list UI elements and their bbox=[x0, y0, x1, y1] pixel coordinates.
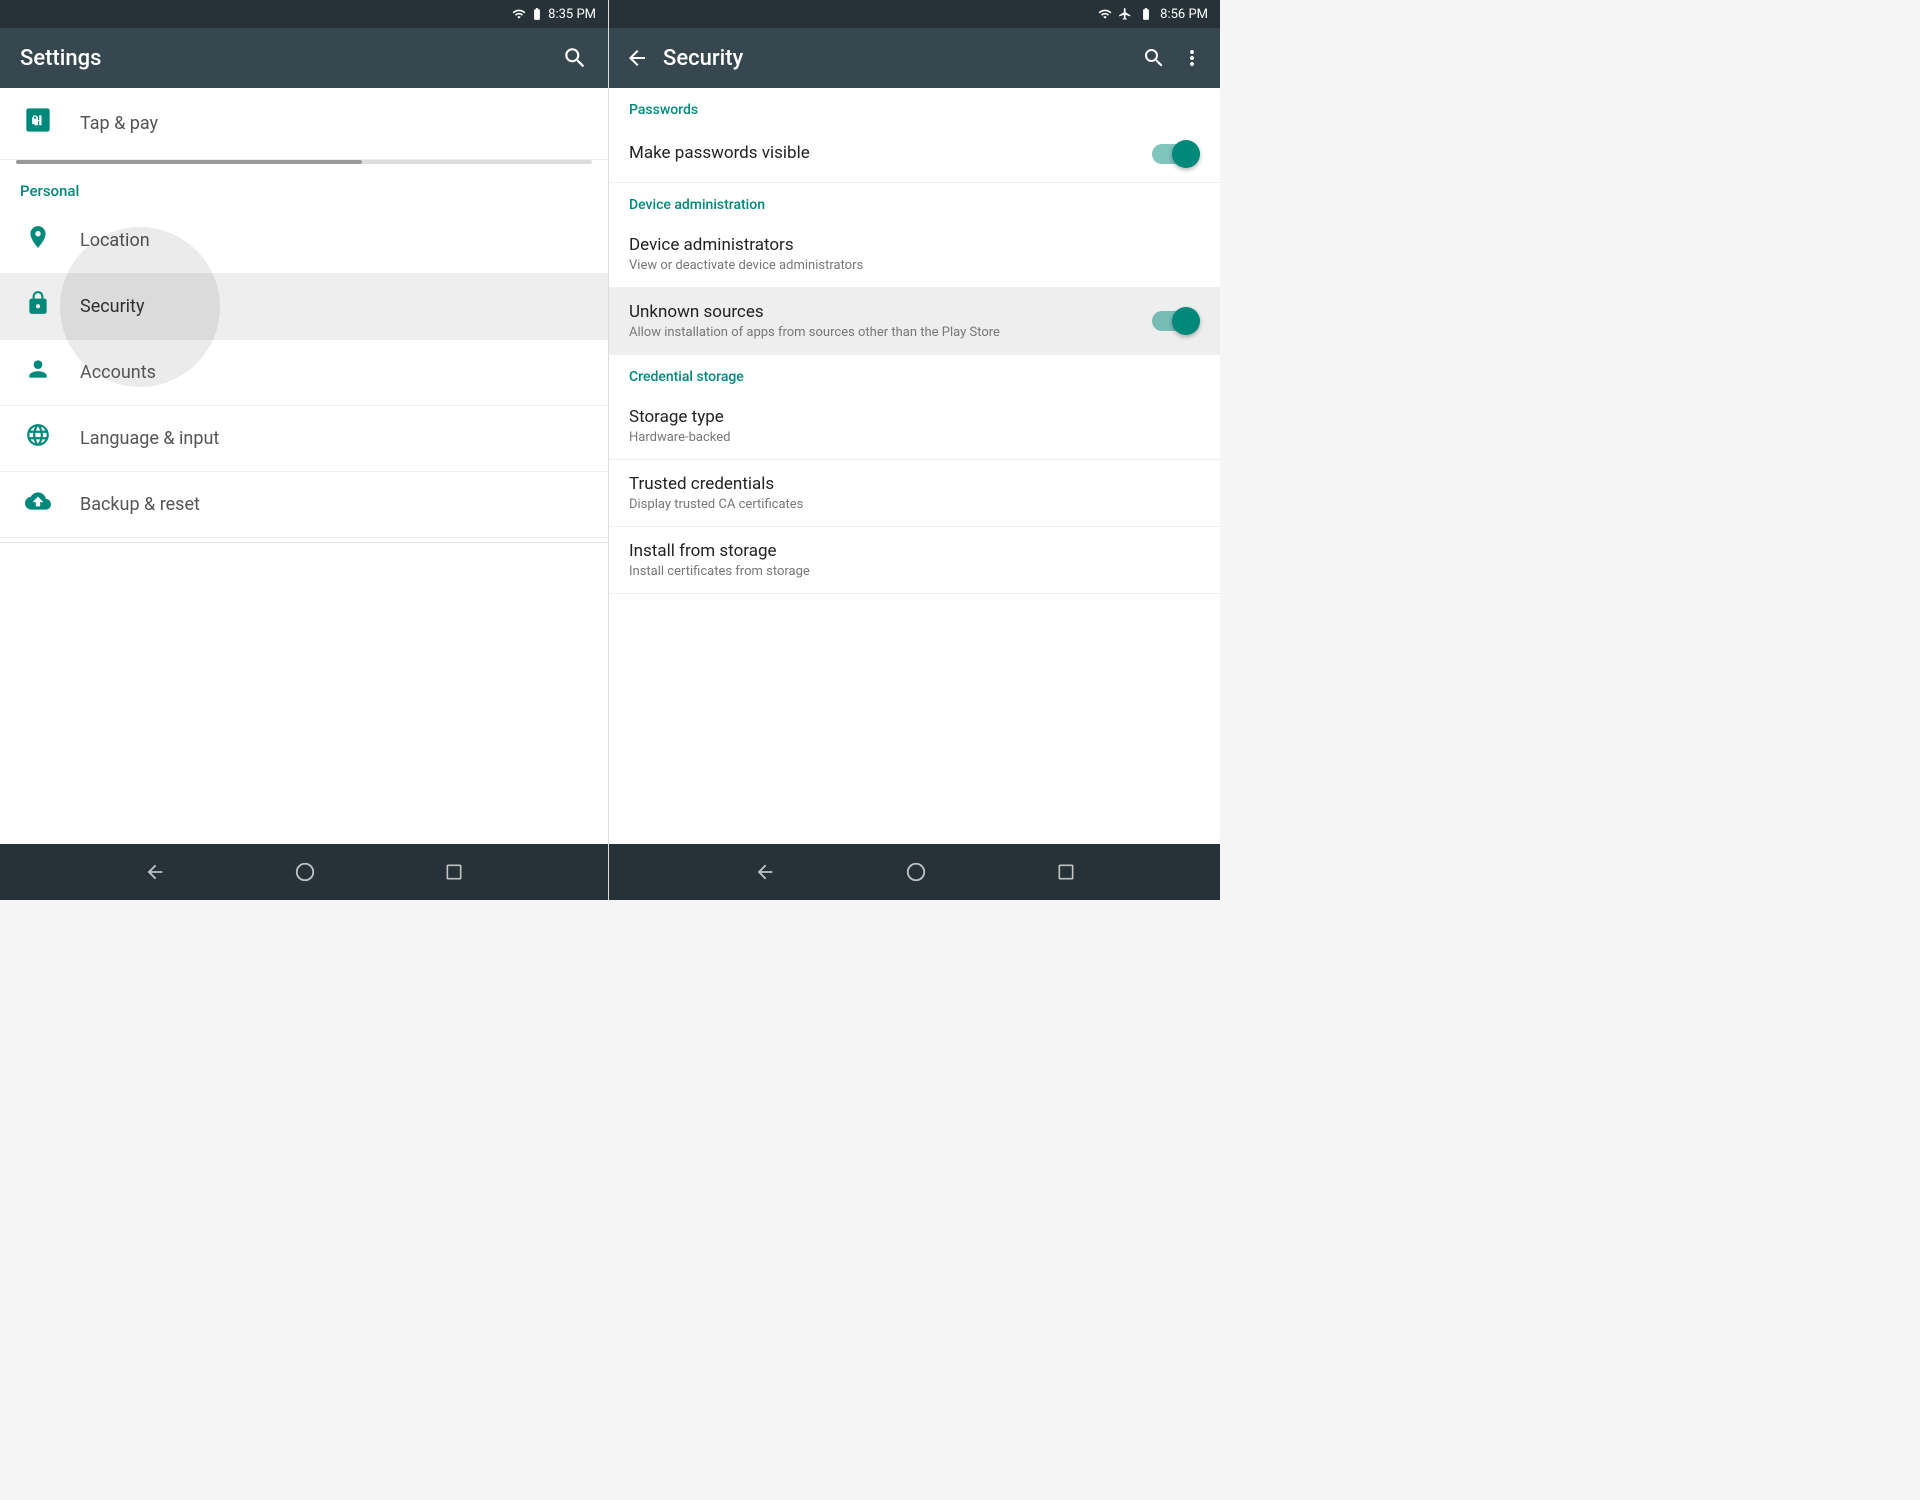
back-nav-icon-right[interactable] bbox=[754, 861, 776, 883]
divider bbox=[0, 542, 608, 543]
unknown-sources-title: Unknown sources bbox=[629, 302, 1000, 322]
sidebar-item-language[interactable]: Language & input bbox=[0, 406, 608, 472]
storage-type-title: Storage type bbox=[629, 407, 730, 427]
right-panel: 8:56 PM Security Passwords Make password… bbox=[608, 0, 1220, 900]
airplane-icon bbox=[1118, 7, 1132, 21]
home-nav-icon-left[interactable] bbox=[294, 861, 316, 883]
back-button[interactable] bbox=[625, 46, 649, 70]
sidebar-item-backup[interactable]: Backup & reset bbox=[0, 472, 608, 538]
sidebar-item-security[interactable]: Security bbox=[0, 274, 608, 340]
tap-pay-item[interactable]: Tap & pay bbox=[0, 88, 608, 160]
signal-icon bbox=[512, 7, 526, 21]
person-icon bbox=[20, 356, 56, 389]
globe-icon bbox=[20, 422, 56, 455]
device-administrators-item[interactable]: Device administrators View or deactivate… bbox=[609, 221, 1220, 288]
make-passwords-visible-text: Make passwords visible bbox=[629, 143, 810, 166]
install-from-storage-item[interactable]: Install from storage Install certificate… bbox=[609, 527, 1220, 594]
more-options-icon[interactable] bbox=[1180, 46, 1204, 70]
right-content: Passwords Make passwords visible Device … bbox=[609, 88, 1220, 844]
unknown-sources-item[interactable]: Unknown sources Allow installation of ap… bbox=[609, 288, 1220, 355]
top-bar-right: Security bbox=[609, 28, 1220, 88]
make-passwords-visible-title: Make passwords visible bbox=[629, 143, 810, 163]
back-nav-icon-left[interactable] bbox=[144, 861, 166, 883]
accounts-label: Accounts bbox=[80, 362, 156, 383]
action-icons bbox=[1142, 46, 1204, 70]
backup-icon bbox=[20, 488, 56, 521]
unknown-sources-toggle[interactable] bbox=[1152, 307, 1200, 335]
nfc-icon bbox=[20, 106, 56, 141]
top-bar-left: Settings bbox=[0, 28, 608, 88]
make-passwords-visible-item[interactable]: Make passwords visible bbox=[609, 126, 1220, 183]
left-panel: 8:35 PM Settings Tap & pay Personal bbox=[0, 0, 608, 900]
personal-section-header: Personal bbox=[0, 164, 608, 208]
backup-label: Backup & reset bbox=[80, 494, 200, 515]
device-administrators-title: Device administrators bbox=[629, 235, 863, 255]
battery-icon-right bbox=[1138, 7, 1154, 21]
search-icon-right[interactable] bbox=[1142, 46, 1166, 70]
unknown-sources-subtitle: Allow installation of apps from sources … bbox=[629, 325, 1000, 340]
lock-icon bbox=[20, 290, 56, 323]
trusted-credentials-text: Trusted credentials Display trusted CA c… bbox=[629, 474, 803, 512]
sidebar-item-accounts[interactable]: Accounts bbox=[0, 340, 608, 406]
security-page-title: Security bbox=[663, 46, 1128, 71]
language-label: Language & input bbox=[80, 428, 219, 449]
storage-type-item[interactable]: Storage type Hardware-backed bbox=[609, 393, 1220, 460]
sidebar-item-location[interactable]: Location bbox=[0, 208, 608, 274]
wifi-icon bbox=[1098, 7, 1112, 21]
tap-pay-label: Tap & pay bbox=[80, 113, 158, 134]
trusted-credentials-title: Trusted credentials bbox=[629, 474, 803, 494]
device-administrators-subtitle: View or deactivate device administrators bbox=[629, 258, 863, 273]
nav-bar-right bbox=[609, 844, 1220, 900]
recent-nav-icon-right[interactable] bbox=[1056, 862, 1076, 882]
trusted-credentials-item[interactable]: Trusted credentials Display trusted CA c… bbox=[609, 460, 1220, 527]
status-bar-left: 8:35 PM bbox=[0, 0, 608, 28]
time-right: 8:56 PM bbox=[1160, 7, 1208, 22]
storage-type-subtitle: Hardware-backed bbox=[629, 430, 730, 445]
time-left: 8:35 PM bbox=[548, 7, 596, 22]
search-icon-left[interactable] bbox=[562, 45, 588, 71]
passwords-section-header: Passwords bbox=[609, 88, 1220, 126]
left-content: Tap & pay Personal Location Se bbox=[0, 88, 608, 844]
nav-bar-left bbox=[0, 844, 608, 900]
install-from-storage-subtitle: Install certificates from storage bbox=[629, 564, 810, 579]
storage-type-text: Storage type Hardware-backed bbox=[629, 407, 730, 445]
credential-storage-section-header: Credential storage bbox=[609, 355, 1220, 393]
unknown-sources-text: Unknown sources Allow installation of ap… bbox=[629, 302, 1000, 340]
device-admin-section-header: Device administration bbox=[609, 183, 1220, 221]
make-passwords-toggle[interactable] bbox=[1152, 140, 1200, 168]
status-bar-right: 8:56 PM bbox=[609, 0, 1220, 28]
location-icon bbox=[20, 224, 56, 257]
security-label: Security bbox=[80, 296, 144, 317]
settings-title: Settings bbox=[20, 46, 101, 71]
device-administrators-text: Device administrators View or deactivate… bbox=[629, 235, 863, 273]
recent-nav-icon-left[interactable] bbox=[444, 862, 464, 882]
battery-icon-left bbox=[530, 7, 544, 21]
scroll-indicator bbox=[16, 160, 592, 164]
location-label: Location bbox=[80, 230, 150, 251]
install-from-storage-title: Install from storage bbox=[629, 541, 810, 561]
install-from-storage-text: Install from storage Install certificate… bbox=[629, 541, 810, 579]
home-nav-icon-right[interactable] bbox=[905, 861, 927, 883]
trusted-credentials-subtitle: Display trusted CA certificates bbox=[629, 497, 803, 512]
